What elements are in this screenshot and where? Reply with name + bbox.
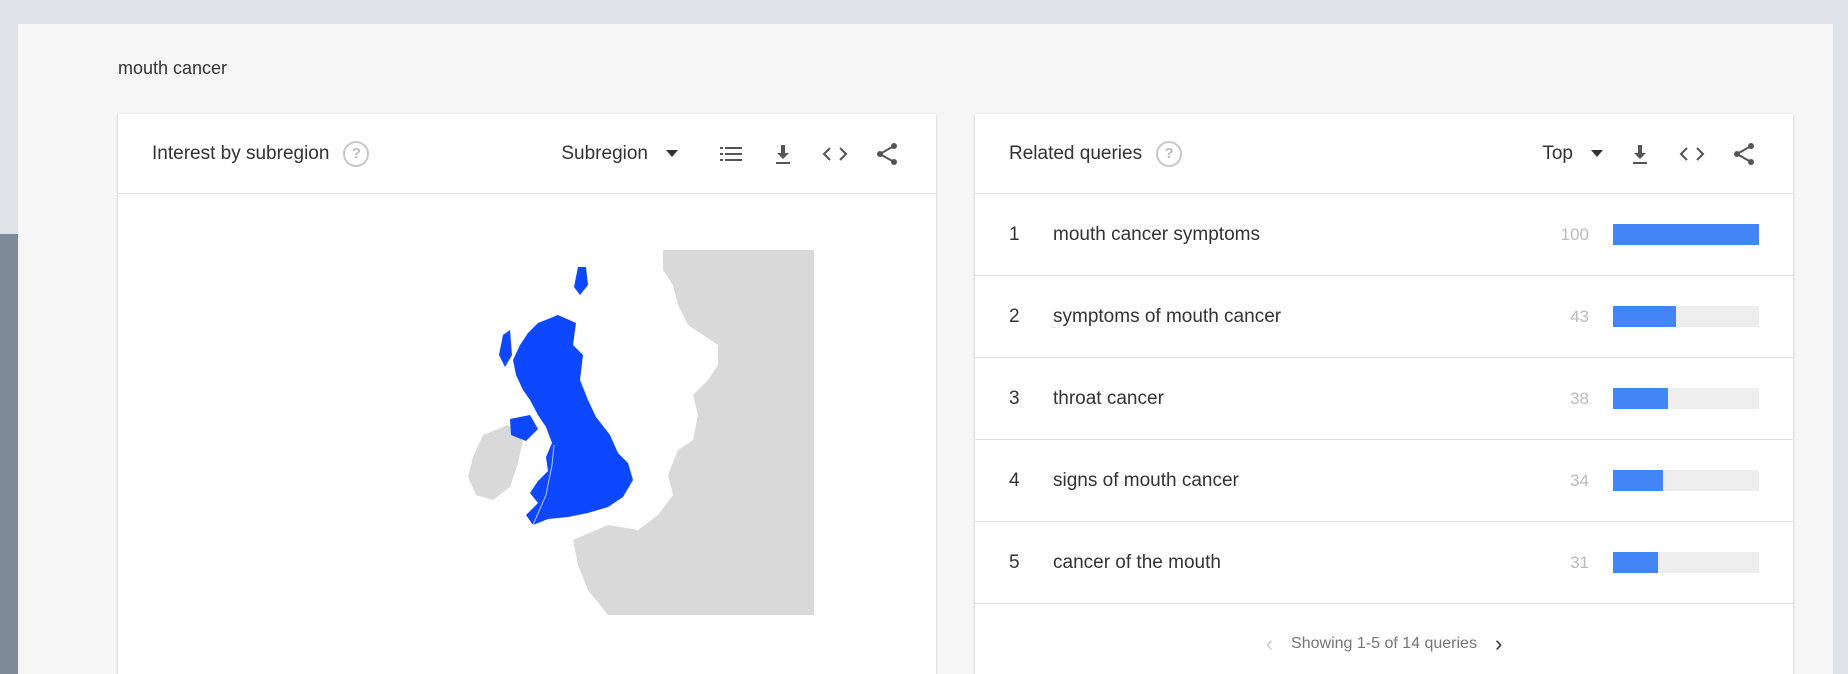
chevron-right-icon[interactable]: › bbox=[1495, 631, 1502, 657]
page-container: mouth cancer Interest by subregion ? Sub… bbox=[18, 24, 1833, 674]
map-hebrides bbox=[499, 330, 512, 367]
query-row[interactable]: 1 mouth cancer symptoms 100 bbox=[975, 194, 1793, 276]
query-bar-fill bbox=[1613, 224, 1759, 245]
share-icon[interactable] bbox=[872, 139, 902, 169]
help-icon[interactable]: ? bbox=[1156, 140, 1183, 167]
top-dropdown[interactable]: Top bbox=[1542, 143, 1603, 165]
query-row[interactable]: 2 symptoms of mouth cancer 43 bbox=[975, 276, 1793, 358]
query-value: 100 bbox=[1560, 224, 1589, 244]
query-bar bbox=[1613, 552, 1759, 573]
share-icon[interactable] bbox=[1729, 139, 1759, 169]
query-text: signs of mouth cancer bbox=[1053, 469, 1239, 491]
query-list: 1 mouth cancer symptoms 100 2 symptoms o… bbox=[975, 194, 1793, 604]
card-tools: Subregion bbox=[561, 139, 902, 169]
card-title: Related queries bbox=[1009, 142, 1143, 164]
embed-code-icon[interactable] bbox=[820, 139, 850, 169]
subregion-dropdown[interactable]: Subregion bbox=[561, 143, 678, 165]
card-title: Interest by subregion bbox=[152, 142, 330, 164]
query-text: mouth cancer symptoms bbox=[1053, 223, 1260, 245]
search-term-label: mouth cancer bbox=[118, 58, 228, 78]
query-text: throat cancer bbox=[1053, 387, 1164, 409]
query-bar bbox=[1613, 306, 1759, 327]
related-queries-card: Related queries ? Top 1 mouth cancer sym… bbox=[975, 114, 1793, 674]
card-header: Related queries ? Top bbox=[975, 114, 1793, 194]
chevron-down-icon bbox=[1591, 150, 1603, 157]
query-rank: 3 bbox=[1009, 387, 1020, 409]
query-rank: 1 bbox=[1009, 223, 1020, 245]
query-row[interactable]: 3 throat cancer 38 bbox=[975, 358, 1793, 440]
list-icon[interactable] bbox=[716, 139, 746, 169]
embed-code-icon[interactable] bbox=[1677, 139, 1707, 169]
dropdown-label: Top bbox=[1542, 142, 1573, 164]
query-bar-fill bbox=[1613, 552, 1659, 573]
query-rank: 2 bbox=[1009, 305, 1020, 327]
query-row[interactable]: 4 signs of mouth cancer 34 bbox=[975, 440, 1793, 522]
download-icon[interactable] bbox=[768, 139, 798, 169]
map-europe-land bbox=[573, 250, 814, 615]
query-bar bbox=[1613, 470, 1759, 491]
query-bar-fill bbox=[1613, 306, 1676, 327]
card-tools: Top bbox=[1542, 139, 1759, 169]
query-bar-fill bbox=[1613, 470, 1663, 491]
card-header: Interest by subregion ? Subregion bbox=[118, 114, 936, 194]
map-shetland bbox=[574, 267, 588, 295]
chevron-down-icon bbox=[666, 150, 678, 157]
query-value: 38 bbox=[1570, 388, 1589, 408]
subregion-map[interactable] bbox=[118, 195, 936, 674]
query-value: 43 bbox=[1570, 306, 1589, 326]
pagination: ‹ Showing 1-5 of 14 queries › bbox=[975, 604, 1793, 674]
dropdown-label: Subregion bbox=[561, 142, 648, 164]
query-rank: 5 bbox=[1009, 551, 1020, 573]
query-value: 34 bbox=[1570, 470, 1589, 490]
query-bar bbox=[1613, 388, 1759, 409]
query-row[interactable]: 5 cancer of the mouth 31 bbox=[975, 522, 1793, 604]
help-icon[interactable]: ? bbox=[343, 140, 370, 167]
pagination-text: Showing 1-5 of 14 queries bbox=[1291, 635, 1477, 652]
background-strip bbox=[0, 234, 18, 674]
chevron-left-icon[interactable]: ‹ bbox=[1266, 631, 1273, 657]
download-icon[interactable] bbox=[1625, 139, 1655, 169]
query-value: 31 bbox=[1570, 552, 1589, 572]
query-bar-fill bbox=[1613, 388, 1669, 409]
query-text: cancer of the mouth bbox=[1053, 551, 1221, 573]
interest-by-subregion-card: Interest by subregion ? Subregion bbox=[118, 114, 936, 674]
query-rank: 4 bbox=[1009, 469, 1020, 491]
query-bar bbox=[1613, 224, 1759, 245]
query-text: symptoms of mouth cancer bbox=[1053, 305, 1282, 327]
